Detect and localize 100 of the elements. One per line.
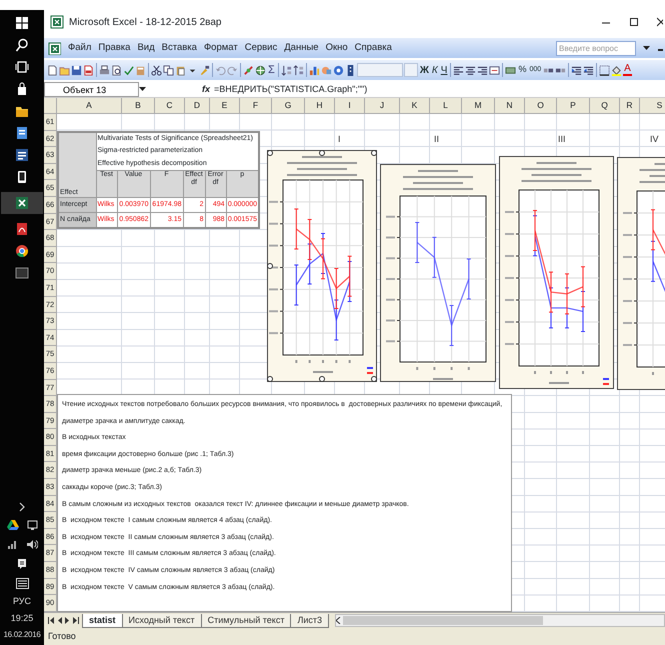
folder-icon[interactable] [15,104,29,118]
percent-button[interactable]: % [517,63,528,77]
language-indicator[interactable]: РУС [12,597,32,606]
column-header[interactable]: K [400,98,430,114]
close-icon[interactable] [657,17,663,27]
selection-handle[interactable] [371,376,377,382]
column-header[interactable]: F [240,98,272,114]
column-header[interactable]: Q [590,98,620,114]
sheet-tab[interactable]: Стимульный текст [200,614,292,628]
column-header[interactable]: B [122,98,155,114]
column-header[interactable]: S [640,98,665,114]
fill-color-icon[interactable] [611,64,622,76]
copy-icon[interactable] [163,64,174,76]
underline-button[interactable]: Ч [440,62,448,78]
search-icon[interactable] [15,38,29,52]
browser-icon[interactable] [15,244,29,258]
column-header[interactable]: G [272,98,305,114]
clock-time[interactable]: 19:25 [10,614,34,623]
globe-icon[interactable] [255,64,266,76]
column-header[interactable]: J [365,98,400,114]
selection-handle[interactable] [267,376,273,382]
sheet-tab[interactable]: Исходный текст [122,614,202,628]
link-icon[interactable] [243,64,254,76]
merge-cells-icon[interactable] [489,64,500,76]
column-header[interactable]: H [305,98,335,114]
first-sheet-icon[interactable] [48,617,54,624]
network-icon[interactable] [26,520,38,531]
column-header[interactable]: E [210,98,240,114]
sheet-tab[interactable]: statist [82,614,123,628]
menu-item[interactable]: Данные [284,40,319,56]
volume-icon[interactable] [26,539,38,550]
menu-item[interactable]: Правка [98,40,130,56]
column-header[interactable]: O [525,98,557,114]
document-icon[interactable] [15,148,29,162]
selection-handle[interactable] [371,150,377,156]
align-left-icon[interactable] [453,64,464,76]
brush-icon[interactable] [199,64,210,76]
menu-item[interactable]: Вид [137,40,155,56]
help-icon[interactable] [332,64,344,76]
print-icon[interactable] [99,64,110,76]
scroll-left-icon[interactable] [336,617,342,624]
bold-button[interactable]: Ж [418,62,430,78]
cloud-drive-icon[interactable] [6,520,18,531]
menu-item[interactable]: Формат [204,40,238,56]
function-button[interactable]: fx [202,82,210,96]
italic-button[interactable]: К [430,62,439,78]
clipboard-icon[interactable] [175,64,186,76]
last-sheet-icon[interactable] [73,617,79,624]
scrollbar-thumb[interactable] [343,616,544,625]
column-header[interactable]: A [57,98,122,114]
maximize-icon[interactable] [629,17,639,27]
window-icon[interactable] [15,266,29,280]
caret-icon[interactable] [139,87,146,92]
notification-icon[interactable] [17,558,27,570]
document-icon[interactable] [15,126,29,140]
decrease-indent-icon[interactable] [571,64,582,76]
previous-sheet-icon[interactable] [57,617,62,624]
column-header[interactable]: C [155,98,185,114]
sheet-tab[interactable]: Лист3 [290,614,330,628]
menu-item[interactable]: Вставка [162,40,197,56]
column-header[interactable]: P [557,98,590,114]
clock-date[interactable]: 16.02.2016 [3,631,41,639]
column-header[interactable]: R [620,98,640,114]
keyboard-icon[interactable] [16,578,28,589]
borders-icon[interactable] [599,64,610,76]
currency-icon[interactable] [505,64,516,76]
column-header[interactable]: I [335,98,365,114]
align-center-icon[interactable] [465,64,476,76]
wifi-icon[interactable] [6,539,18,550]
new-document-icon[interactable] [47,64,58,76]
selection-handle[interactable] [267,263,273,269]
pdf-icon[interactable] [15,222,29,236]
column-header[interactable]: M [462,98,495,114]
font-color-button[interactable]: A [623,64,632,76]
spreadsheet-icon[interactable] [48,42,61,54]
spreadsheet-icon[interactable] [15,196,29,210]
bar-chart-icon[interactable] [308,64,320,76]
chevron-icon[interactable] [18,502,26,512]
next-sheet-icon[interactable] [65,617,70,624]
menu-item[interactable]: Окно [326,40,348,56]
scissors-icon[interactable] [151,64,162,76]
sort-ascending-icon[interactable] [280,64,292,76]
task-view-icon[interactable] [15,60,29,74]
help-search-field[interactable]: Введите вопрос [556,40,636,56]
menu-item[interactable]: Справка [354,40,392,56]
print-preview-icon[interactable] [111,64,122,76]
store-bag-icon[interactable] [15,82,29,96]
column-header[interactable]: L [430,98,462,114]
selection-handle[interactable] [319,150,325,156]
increase-indent-icon[interactable] [583,64,594,76]
phone-icon[interactable] [15,170,29,184]
windows-logo-icon[interactable] [15,16,29,30]
spellcheck-icon[interactable] [123,64,134,76]
align-right-icon[interactable] [477,64,488,76]
selection-handle[interactable] [267,150,273,156]
menu-item[interactable]: Сервис [244,40,278,56]
column-header[interactable]: N [495,98,525,114]
autosum-button[interactable]: Σ [267,62,276,78]
caret-icon[interactable] [643,45,650,51]
horizontal-scrollbar[interactable] [335,614,665,627]
